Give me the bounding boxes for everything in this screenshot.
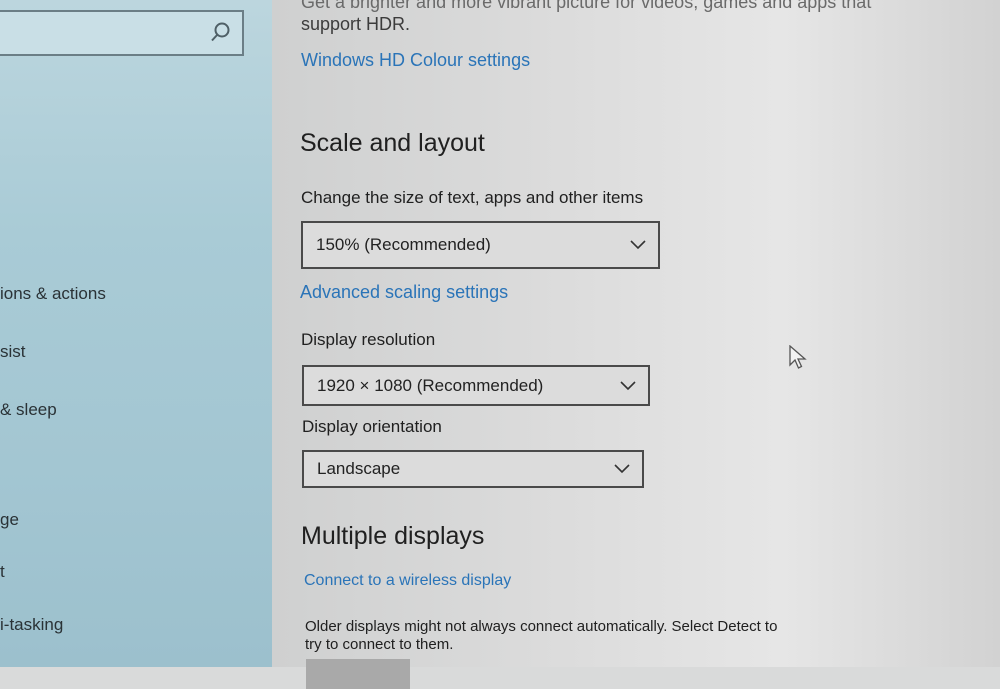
sidebar-item-power-sleep[interactable]: & sleep xyxy=(0,400,57,420)
sidebar-item-multitasking[interactable]: i-tasking xyxy=(0,615,63,635)
search-input[interactable] xyxy=(0,10,244,56)
chevron-down-icon xyxy=(614,464,630,474)
multiple-displays-heading: Multiple displays xyxy=(301,522,485,550)
chevron-down-icon xyxy=(620,380,636,390)
connect-wireless-display-link[interactable]: Connect to a wireless display xyxy=(304,572,511,590)
hdr-description: Get a brighter and more vibrant picture … xyxy=(301,0,872,12)
scale-layout-heading: Scale and layout xyxy=(300,129,485,157)
sidebar-item-tablet[interactable]: t xyxy=(0,562,5,582)
search-icon[interactable] xyxy=(210,21,232,43)
hdr-description-end: support HDR. xyxy=(301,14,411,34)
detect-description-line2: try to connect to them. xyxy=(305,636,454,653)
chevron-down-icon xyxy=(630,240,646,250)
mouse-pointer-icon xyxy=(789,345,807,369)
scale-dropdown-value: 150% (Recommended) xyxy=(316,235,491,254)
advanced-scaling-settings-link[interactable]: Advanced scaling settings xyxy=(300,282,508,303)
detect-description-line1: Older displays might not always connect … xyxy=(305,618,778,635)
display-orientation-label: Display orientation xyxy=(302,417,442,436)
text-size-label: Change the size of text, apps and other … xyxy=(301,188,644,207)
resolution-dropdown-value: 1920 × 1080 (Recommended) xyxy=(317,375,544,395)
scale-dropdown[interactable]: 150% (Recommended) xyxy=(301,221,660,269)
sidebar-item-notifications-actions[interactable]: ions & actions xyxy=(0,284,106,304)
navigation-pane: ions & actions sist & sleep ge t i-taski… xyxy=(0,0,272,667)
display-orientation-dropdown[interactable]: Landscape xyxy=(302,450,644,488)
orientation-dropdown-value: Landscape xyxy=(317,459,401,478)
display-resolution-dropdown[interactable]: 1920 × 1080 (Recommended) xyxy=(302,365,650,406)
sidebar-item-storage[interactable]: ge xyxy=(0,510,19,530)
display-resolution-label: Display resolution xyxy=(301,330,436,349)
windows-hd-colour-settings-link[interactable]: Windows HD Colour settings xyxy=(301,50,530,71)
sidebar-item-focus-assist[interactable]: sist xyxy=(0,342,26,362)
detect-button[interactable] xyxy=(306,659,410,689)
